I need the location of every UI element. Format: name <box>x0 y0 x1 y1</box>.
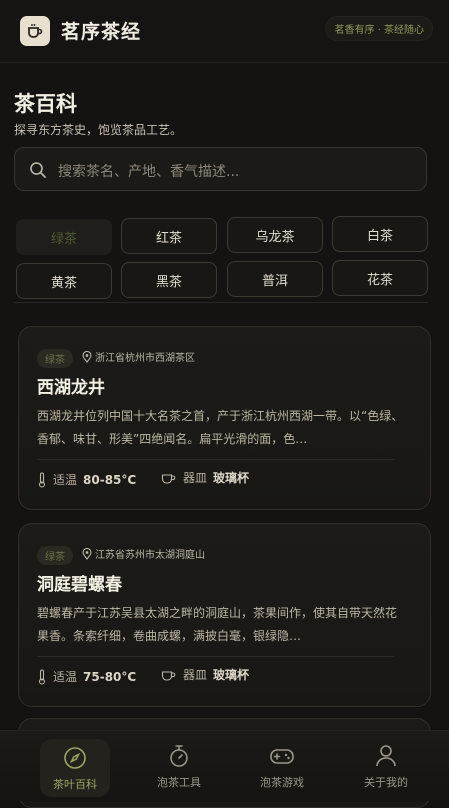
search-icon <box>29 161 47 183</box>
thermometer-icon <box>38 668 46 685</box>
section-divider <box>14 302 428 303</box>
gamepad-icon <box>269 743 295 769</box>
filter-dark-tea[interactable]: 黑茶 <box>121 262 217 298</box>
search-input[interactable]: 搜索茶名、产地、香气描述... <box>14 147 427 191</box>
temperature-value: 75-80°C <box>83 669 137 684</box>
temperature-label: 适温 <box>53 473 78 487</box>
origin-text: 浙江省杭州市西湖茶区 <box>95 353 195 364</box>
nav-label: 泡茶工具 <box>157 775 201 789</box>
nav-label: 茶叶百科 <box>53 777 97 791</box>
temperature-value: 80-85°C <box>83 472 137 487</box>
filter-flower-tea[interactable]: 花茶 <box>332 260 428 296</box>
tea-card[interactable]: 绿茶 江苏省苏州市太湖洞庭山 洞庭碧螺春 碧螺春产于江苏吴县太湖之畔的洞庭山，茶… <box>18 523 431 707</box>
page-subtitle: 探寻东方茶史，饱览茶品工艺。 <box>14 123 183 137</box>
app-title: 茗序茶经 <box>61 21 142 43</box>
filter-green-tea[interactable]: 绿茶 <box>16 219 112 255</box>
app-tagline: 茗香有序 · 茶经随心 <box>325 16 433 41</box>
thermometer-icon <box>38 471 46 488</box>
filter-black-tea[interactable]: 红茶 <box>121 218 217 254</box>
vessel-value: 玻璃杯 <box>213 668 250 682</box>
filter-puer-tea[interactable]: 普洱 <box>227 261 323 297</box>
page-title: 茶百科 <box>14 92 77 116</box>
cup-icon <box>161 473 176 484</box>
tea-name: 洞庭碧螺春 <box>37 575 122 595</box>
vessel-spec: 器皿 玻璃杯 <box>161 666 249 683</box>
filter-white-tea[interactable]: 白茶 <box>332 216 428 252</box>
filter-oolong-tea[interactable]: 乌龙茶 <box>227 217 323 253</box>
temperature-spec: 适温 75-80°C <box>37 668 136 685</box>
nav-label: 关于我的 <box>364 775 408 789</box>
origin-location: 浙江省杭州市西湖茶区 <box>82 349 195 364</box>
nav-brewing-game[interactable]: 泡茶游戏 <box>232 731 332 801</box>
user-icon <box>375 743 397 769</box>
category-badge: 绿茶 <box>37 546 73 565</box>
search-placeholder: 搜索茶名、产地、香气描述... <box>58 164 240 180</box>
filter-yellow-tea[interactable]: 黄茶 <box>16 263 112 299</box>
tea-name: 西湖龙井 <box>37 378 105 398</box>
location-pin-icon <box>82 547 92 560</box>
nav-about-me[interactable]: 关于我的 <box>336 731 436 801</box>
category-badge: 绿茶 <box>37 349 73 368</box>
card-divider <box>37 459 394 460</box>
stopwatch-icon <box>168 743 190 769</box>
card-divider <box>37 656 394 657</box>
location-pin-icon <box>82 350 92 363</box>
temperature-spec: 适温 80-85°C <box>37 471 136 488</box>
tea-cup-logo-icon <box>20 16 50 46</box>
vessel-value: 玻璃杯 <box>213 471 250 485</box>
compass-icon <box>63 745 87 771</box>
tea-description: 碧螺春产于江苏吴县太湖之畔的洞庭山，茶果间作，使其自带天然花果香。条索纤细，卷曲… <box>37 606 398 643</box>
tea-card[interactable]: 绿茶 浙江省杭州市西湖茶区 西湖龙井 西湖龙井位列中国十大名茶之首，产于浙江杭州… <box>18 326 431 510</box>
temperature-label: 适温 <box>53 670 78 684</box>
vessel-label: 器皿 <box>183 471 208 485</box>
nav-brewing-tools[interactable]: 泡茶工具 <box>129 731 229 801</box>
tea-description: 西湖龙井位列中国十大名茶之首，产于浙江杭州西湖一带。以“色绿、香郁、味甘、形美”… <box>37 409 404 446</box>
origin-text: 江苏省苏州市太湖洞庭山 <box>95 550 205 561</box>
vessel-spec: 器皿 玻璃杯 <box>161 469 249 486</box>
cup-icon <box>161 670 176 681</box>
bottom-navigation: 茶叶百科 泡茶工具 泡茶游戏 关于我的 <box>0 730 449 801</box>
top-bar: 茗序茶经 茗香有序 · 茶经随心 <box>0 0 449 63</box>
origin-location: 江苏省苏州市太湖洞庭山 <box>82 546 205 561</box>
vessel-label: 器皿 <box>183 668 208 682</box>
nav-tea-encyclopedia[interactable]: 茶叶百科 <box>40 739 110 797</box>
nav-label: 泡茶游戏 <box>260 775 304 789</box>
